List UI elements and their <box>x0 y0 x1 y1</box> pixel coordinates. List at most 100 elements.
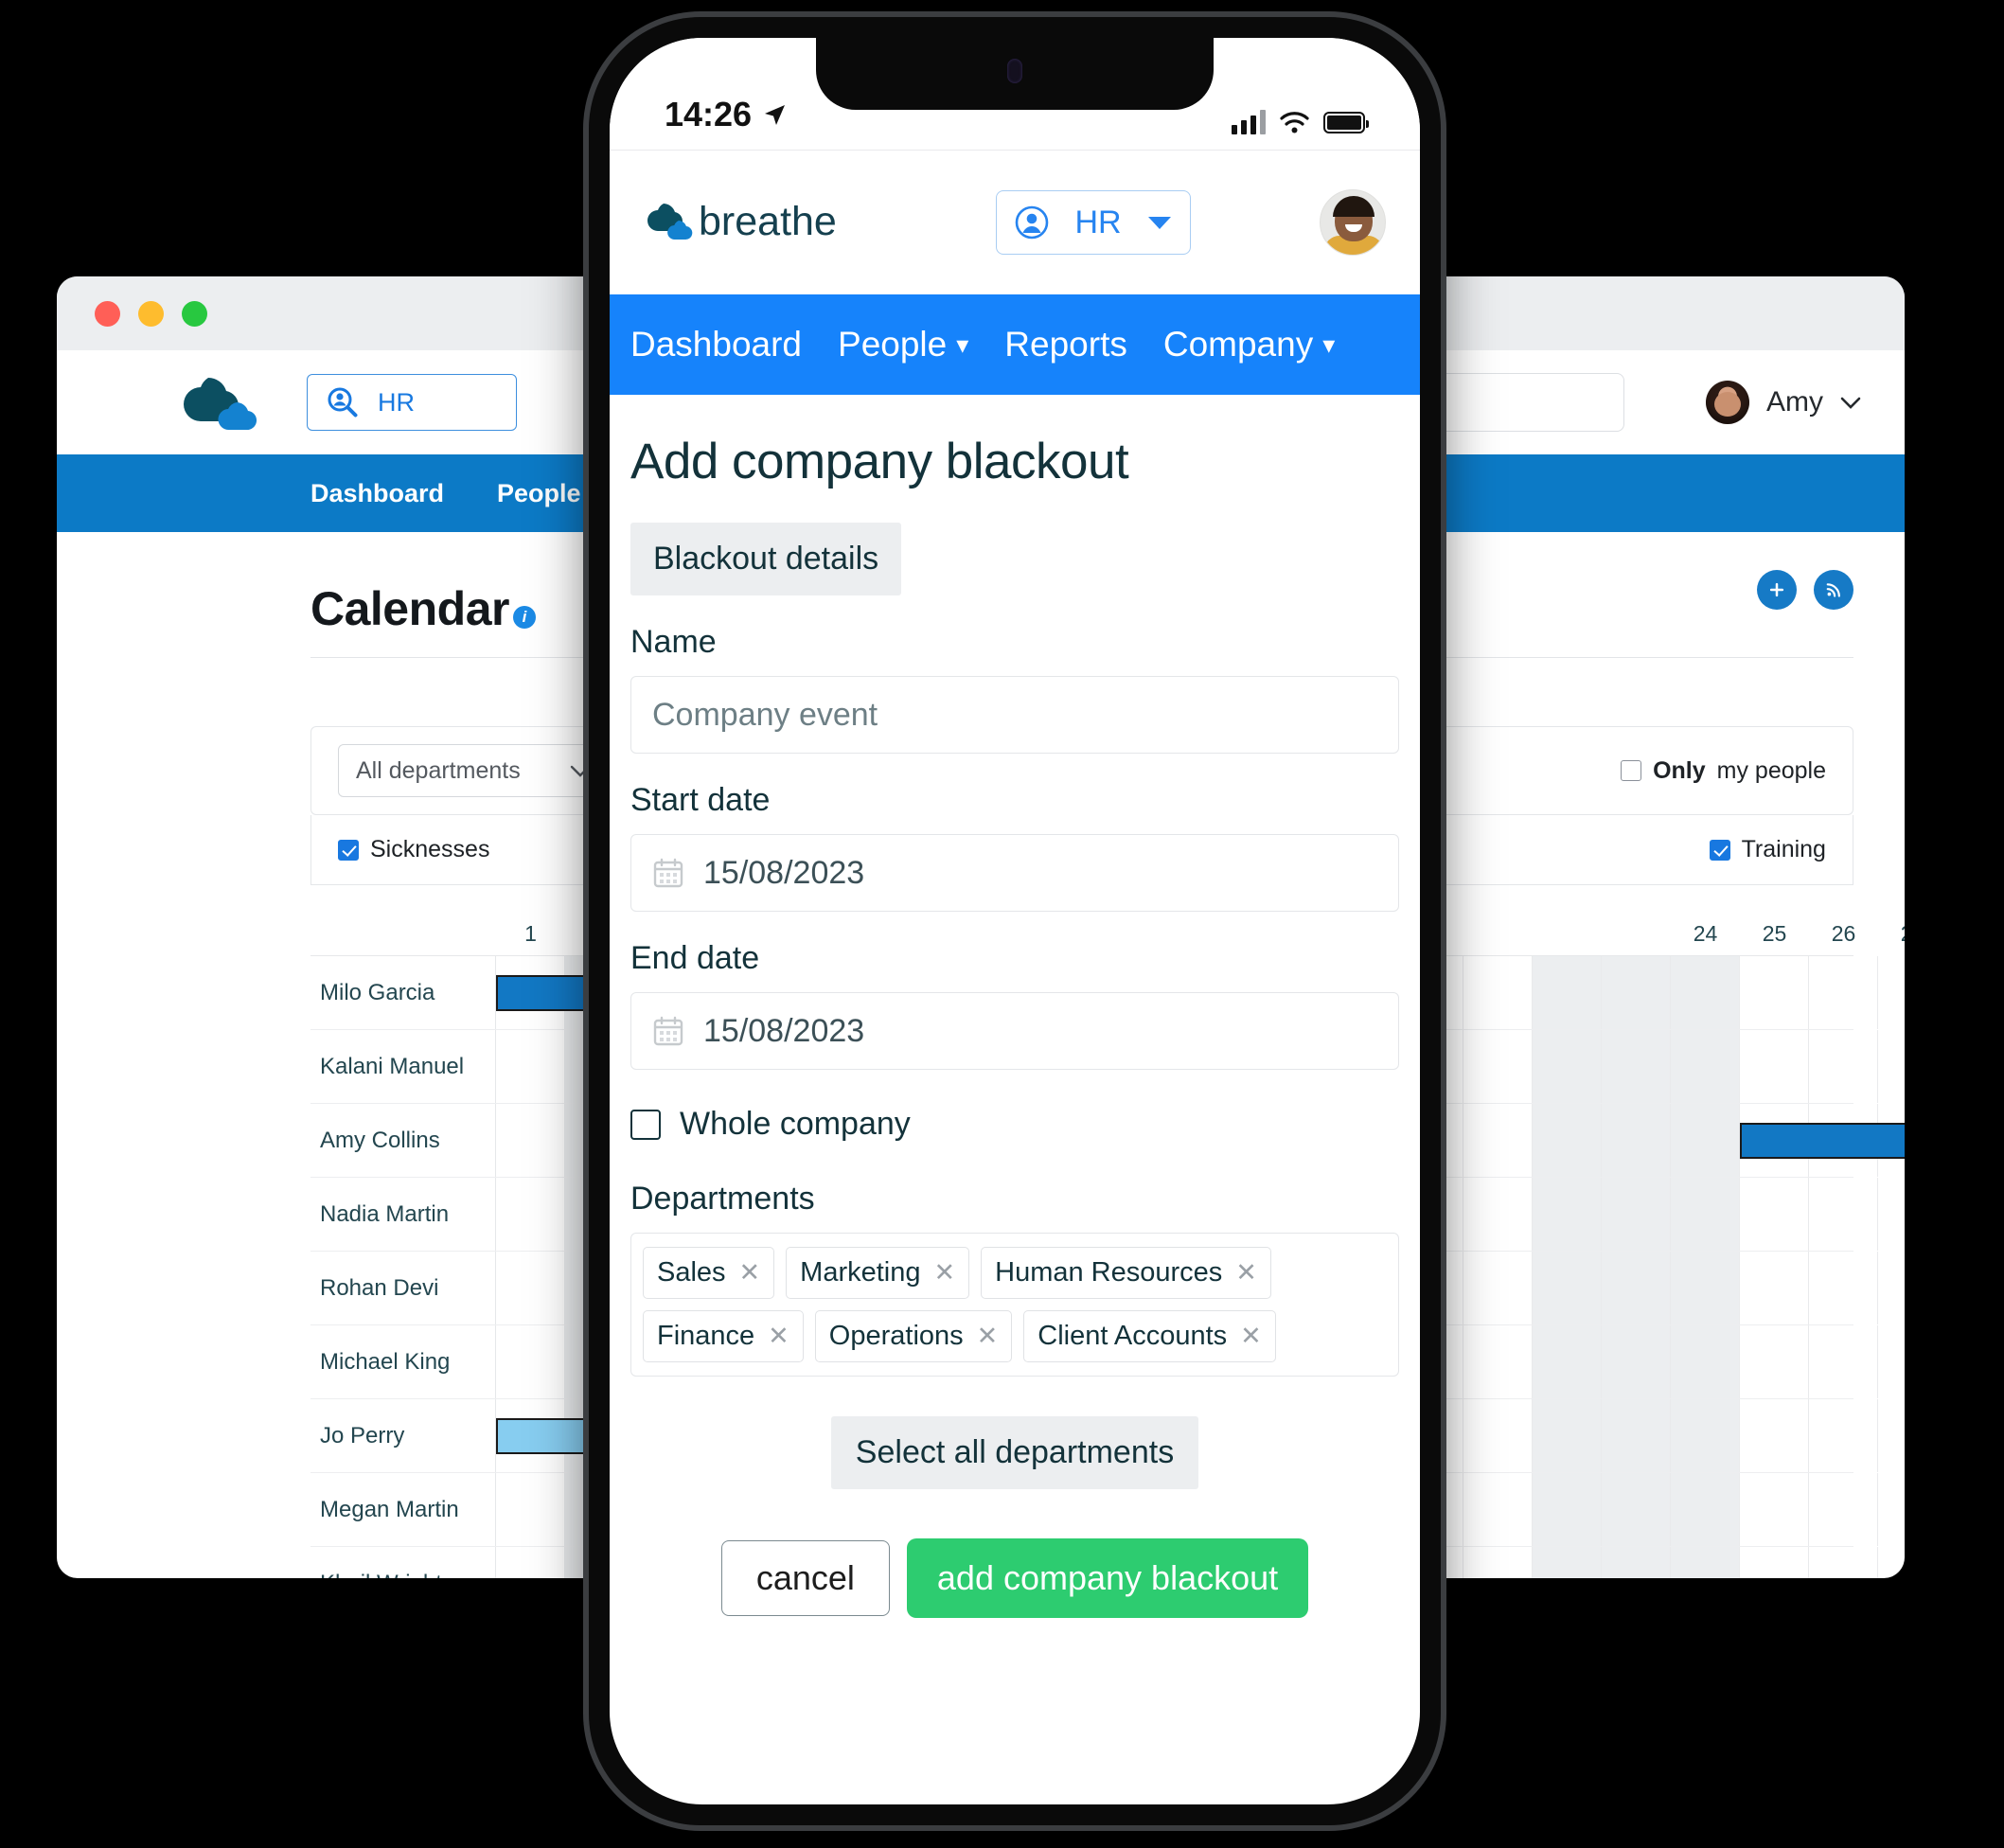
close-window-button[interactable] <box>95 300 120 327</box>
calendar-cell[interactable] <box>1740 1473 1809 1546</box>
calendar-cell[interactable] <box>1602 1473 1671 1546</box>
calendar-cell[interactable] <box>1602 1399 1671 1472</box>
calendar-cell[interactable] <box>1878 1547 1905 1578</box>
department-tag[interactable]: Finance ✕ <box>643 1310 804 1362</box>
calendar-cell[interactable] <box>1463 956 1533 1029</box>
calendar-cell[interactable] <box>1671 956 1740 1029</box>
calendar-cell[interactable] <box>1463 1547 1533 1578</box>
calendar-cell[interactable] <box>1602 1325 1671 1398</box>
calendar-cell[interactable] <box>496 1325 565 1398</box>
calendar-cell[interactable] <box>1671 1030 1740 1103</box>
add-icon[interactable] <box>1757 570 1797 610</box>
calendar-cell[interactable] <box>496 1252 565 1324</box>
end-date-input[interactable]: 15/08/2023 <box>630 992 1399 1070</box>
calendar-cell[interactable] <box>1602 956 1671 1029</box>
calendar-cell[interactable] <box>496 1030 565 1103</box>
calendar-cell[interactable] <box>1463 1325 1533 1398</box>
checkbox-whole-company[interactable]: Whole company <box>630 1106 1399 1143</box>
tab-people[interactable]: People ▾ <box>838 325 968 364</box>
department-tag[interactable]: Operations ✕ <box>814 1310 1013 1362</box>
calendar-cell[interactable] <box>1463 1252 1533 1324</box>
calendar-cell[interactable] <box>1533 1399 1602 1472</box>
calendar-cell[interactable] <box>1671 1547 1740 1578</box>
calendar-cell[interactable] <box>1740 1399 1809 1472</box>
calendar-cell[interactable] <box>496 1178 565 1251</box>
calendar-cell[interactable] <box>1740 956 1809 1029</box>
calendar-cell[interactable] <box>1671 1178 1740 1251</box>
rss-feed-icon[interactable] <box>1814 570 1853 610</box>
calendar-cell[interactable] <box>1878 956 1905 1029</box>
hr-switcher-phone[interactable]: HR <box>996 190 1191 255</box>
calendar-cell[interactable] <box>1463 1473 1533 1546</box>
hr-switcher-desktop[interactable]: HR <box>307 374 517 431</box>
select-all-departments-button[interactable]: Select all departments <box>830 1416 1199 1489</box>
checkbox-training[interactable]: Training <box>1709 836 1826 863</box>
remove-department-icon[interactable]: ✕ <box>1235 1258 1257 1288</box>
calendar-cell[interactable] <box>1533 1473 1602 1546</box>
add-company-blackout-button[interactable]: add company blackout <box>906 1538 1309 1618</box>
calendar-cell[interactable] <box>496 1104 565 1177</box>
calendar-cell[interactable] <box>1533 1547 1602 1578</box>
remove-department-icon[interactable]: ✕ <box>739 1258 761 1288</box>
info-icon[interactable]: i <box>512 606 536 629</box>
calendar-cell[interactable] <box>1809 1030 1878 1103</box>
calendar-cell[interactable] <box>1809 1547 1878 1578</box>
nav-item-dashboard[interactable]: Dashboard <box>310 479 444 508</box>
calendar-cell[interactable] <box>1602 1547 1671 1578</box>
minimize-window-button[interactable] <box>138 300 164 327</box>
calendar-cell[interactable] <box>1878 1399 1905 1472</box>
checkbox-only-my-people[interactable]: Only my people <box>1621 757 1826 785</box>
cancel-button[interactable]: cancel <box>720 1540 890 1616</box>
calendar-cell[interactable] <box>1809 1399 1878 1472</box>
calendar-cell[interactable] <box>1671 1104 1740 1177</box>
calendar-cell[interactable] <box>1878 1178 1905 1251</box>
department-tag[interactable]: Human Resources ✕ <box>981 1247 1271 1299</box>
calendar-cell[interactable] <box>1602 1030 1671 1103</box>
calendar-cell[interactable] <box>1809 1325 1878 1398</box>
calendar-cell[interactable] <box>1533 1325 1602 1398</box>
calendar-cell[interactable] <box>1602 1178 1671 1251</box>
calendar-cell[interactable] <box>1463 1104 1533 1177</box>
calendar-cell[interactable] <box>496 1547 565 1578</box>
calendar-cell[interactable] <box>1463 1030 1533 1103</box>
calendar-cell[interactable] <box>1878 1252 1905 1324</box>
calendar-cell[interactable] <box>1740 1178 1809 1251</box>
calendar-cell[interactable] <box>1878 1473 1905 1546</box>
tab-reports[interactable]: Reports <box>1004 325 1127 364</box>
avatar[interactable] <box>1320 189 1386 256</box>
department-tag[interactable]: Marketing ✕ <box>786 1247 970 1299</box>
calendar-cell[interactable] <box>1463 1178 1533 1251</box>
calendar-cell[interactable] <box>1809 1252 1878 1324</box>
calendar-cell[interactable] <box>1740 1030 1809 1103</box>
calendar-cell[interactable] <box>1671 1399 1740 1472</box>
calendar-cell[interactable] <box>1533 1252 1602 1324</box>
checkbox-sicknesses[interactable]: Sicknesses <box>338 836 489 863</box>
calendar-event-bar[interactable] <box>1740 1123 1905 1159</box>
calendar-cell[interactable] <box>1671 1325 1740 1398</box>
maximize-window-button[interactable] <box>182 300 207 327</box>
calendar-cell[interactable] <box>1463 1399 1533 1472</box>
calendar-cell[interactable] <box>1671 1252 1740 1324</box>
remove-department-icon[interactable]: ✕ <box>768 1322 789 1351</box>
calendar-cell[interactable] <box>1809 956 1878 1029</box>
calendar-cell[interactable] <box>1809 1473 1878 1546</box>
calendar-cell[interactable] <box>1602 1104 1671 1177</box>
calendar-cell[interactable] <box>1878 1030 1905 1103</box>
remove-department-icon[interactable]: ✕ <box>1240 1322 1262 1351</box>
start-date-input[interactable]: 15/08/2023 <box>630 834 1399 912</box>
departments-tag-input[interactable]: Sales ✕ Marketing ✕ Human Resources ✕ Finance ✕… <box>630 1233 1399 1377</box>
calendar-cell[interactable] <box>1740 1325 1809 1398</box>
calendar-cell[interactable] <box>1671 1473 1740 1546</box>
calendar-cell[interactable] <box>1602 1252 1671 1324</box>
name-input[interactable]: Company event <box>630 676 1399 754</box>
remove-department-icon[interactable]: ✕ <box>934 1258 956 1288</box>
calendar-cell[interactable] <box>1533 956 1602 1029</box>
calendar-cell[interactable] <box>496 1473 565 1546</box>
department-tag[interactable]: Client Accounts ✕ <box>1023 1310 1276 1362</box>
calendar-cell[interactable] <box>1809 1178 1878 1251</box>
tab-company[interactable]: Company ▾ <box>1163 325 1335 364</box>
calendar-cell[interactable] <box>1740 1547 1809 1578</box>
calendar-cell[interactable] <box>1740 1252 1809 1324</box>
department-tag[interactable]: Sales ✕ <box>643 1247 775 1299</box>
calendar-cell[interactable] <box>1533 1178 1602 1251</box>
